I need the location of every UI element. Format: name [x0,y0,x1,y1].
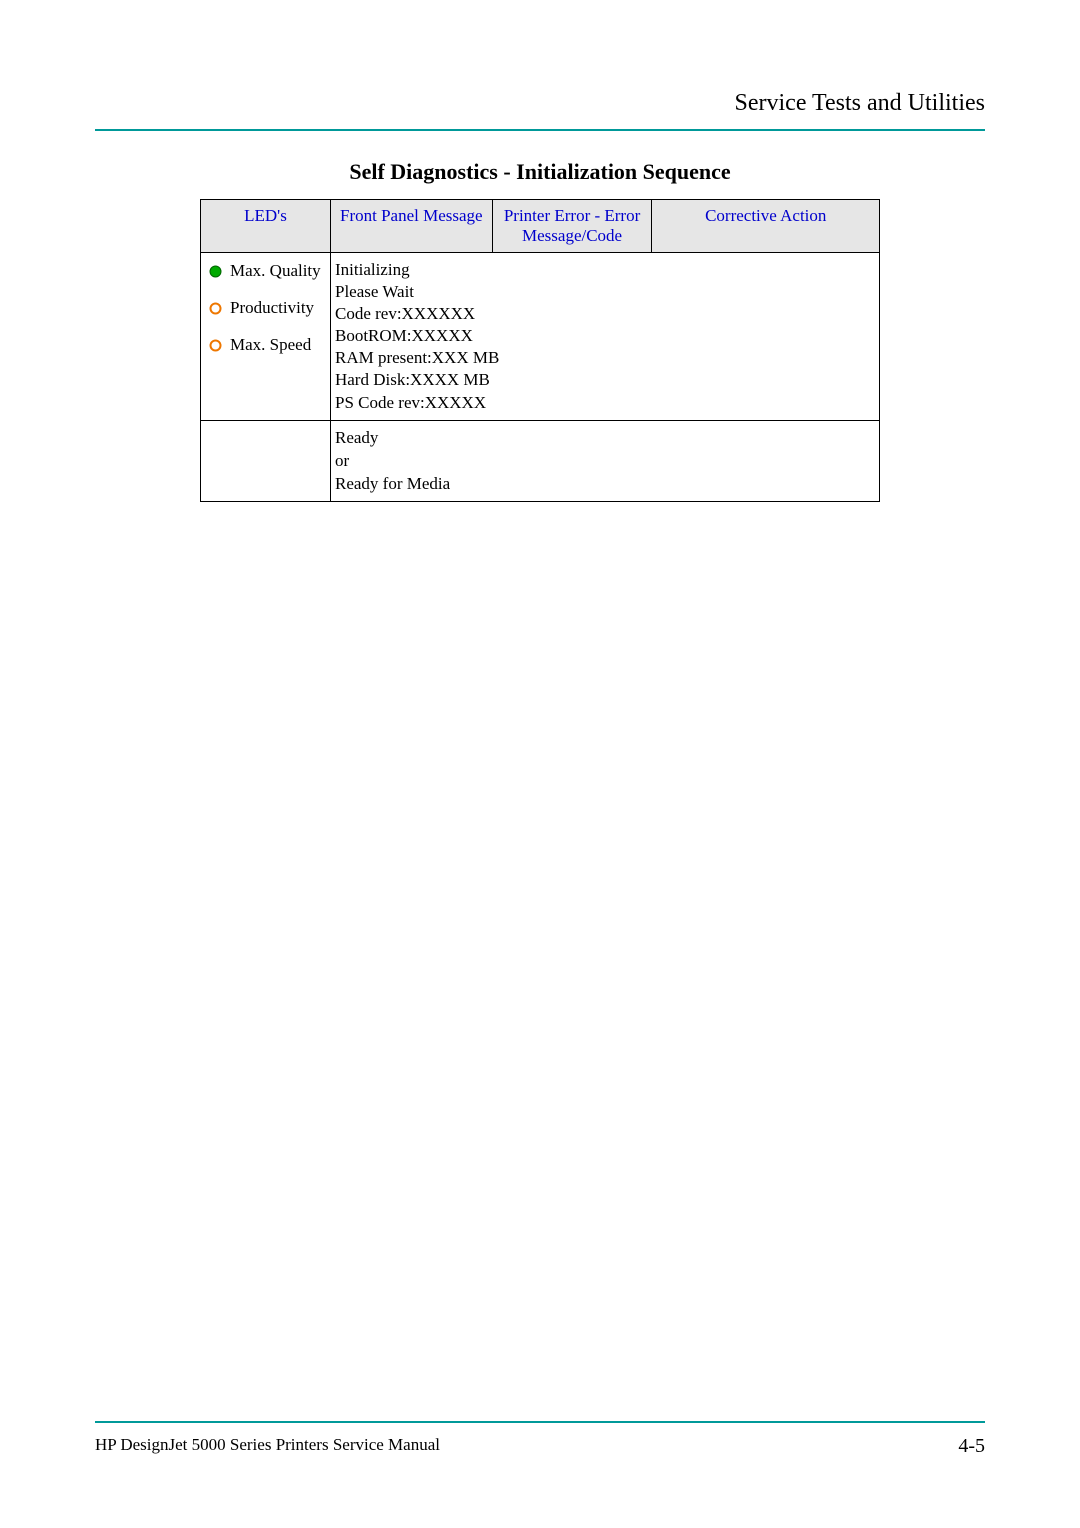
messages-cell: Initializing Please Wait Code rev:XXXXXX… [330,253,879,421]
header-cell-corrective-action: Corrective Action [652,200,880,253]
header-cell-printer-error: Printer Error - Error Message/Code [492,200,652,253]
page-header-title: Service Tests and Utilities [95,90,985,117]
footer-page-number: 4-5 [958,1435,985,1458]
page-footer: HP DesignJet 5000 Series Printers Servic… [95,1421,985,1458]
message-line: BootROM:XXXXX [335,325,875,347]
leds-cell: Max. Quality Productivity Max. Speed [201,253,331,421]
table-row: Ready or Ready for Media [201,420,880,502]
led-orange-outline-icon [209,339,222,352]
ready-cell: Ready or Ready for Media [330,420,879,502]
message-line: Please Wait [335,281,875,303]
footer-divider [95,1421,985,1423]
table-row: Max. Quality Productivity Max. Speed [201,253,880,421]
message-line: Code rev:XXXXXX [335,303,875,325]
message-line: Hard Disk:XXXX MB [335,369,875,391]
leds-cell-empty [201,420,331,502]
led-orange-outline-icon [209,302,222,315]
message-line: Initializing [335,259,875,281]
led-label-max-speed: Max. Speed [230,335,311,355]
table-title: Self Diagnostics - Initialization Sequen… [95,159,985,185]
ready-line: or [335,450,875,473]
header-divider [95,129,985,131]
diagnostics-table: LED's Front Panel Message Printer Error … [200,199,880,502]
ready-line: Ready for Media [335,473,875,496]
led-label-productivity: Productivity [230,298,314,318]
message-line: PS Code rev:XXXXX [335,392,875,414]
led-label-max-quality: Max. Quality [230,261,321,281]
led-green-solid-icon [209,265,222,278]
header-cell-leds: LED's [201,200,331,253]
header-cell-front-panel-message: Front Panel Message [330,200,492,253]
message-line: RAM present:XXX MB [335,347,875,369]
ready-line: Ready [335,427,875,450]
footer-manual-title: HP DesignJet 5000 Series Printers Servic… [95,1435,440,1458]
